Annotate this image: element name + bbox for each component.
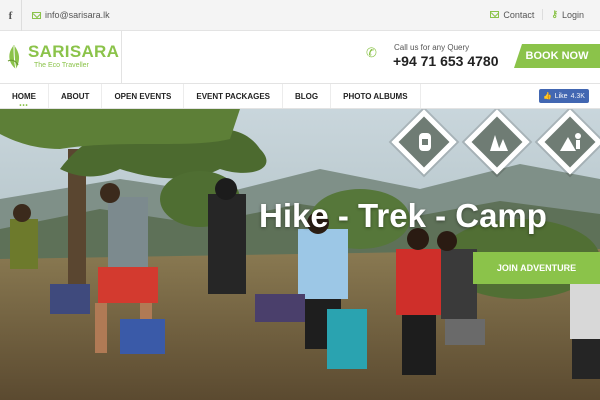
main-nav: HOME ABOUT OPEN EVENTS EVENT PACKAGES BL… — [0, 83, 600, 109]
camping-icon — [560, 133, 581, 151]
hero-banner: Hike - Trek - Camp JOIN ADVENTURE — [0, 109, 600, 400]
logo-name: SARISARA — [28, 42, 120, 61]
trees-icon — [490, 135, 508, 151]
nav-item-photo-albums[interactable]: PHOTO ALBUMS — [331, 84, 421, 108]
call-label: Call us for any Query — [394, 43, 470, 52]
phone-icon: ✆ — [366, 45, 377, 60]
top-links: Contact ⚷ Login — [482, 9, 592, 20]
book-now-button[interactable]: BOOK NOW — [514, 44, 600, 68]
logo[interactable]: SARISARA The Eco Traveller — [0, 31, 122, 83]
nav-item-open-events[interactable]: OPEN EVENTS — [102, 84, 185, 108]
envelope-icon — [490, 11, 500, 18]
login-label: Login — [561, 9, 584, 20]
nav-item-about[interactable]: ABOUT — [49, 84, 103, 108]
backpack-icon — [419, 133, 431, 151]
like-count: 4.3K — [570, 92, 585, 100]
nav-item-event-packages[interactable]: EVENT PACKAGES — [184, 84, 283, 108]
login-link[interactable]: ⚷ Login — [542, 9, 592, 20]
logo-tagline: The Eco Traveller — [34, 62, 89, 69]
email-link[interactable]: info@sarisara.lk — [32, 10, 110, 20]
facebook-like-button[interactable]: 👍 Like 4.3K — [539, 89, 589, 103]
thumbs-up-icon: 👍 — [543, 93, 552, 100]
nav-item-blog[interactable]: BLOG — [283, 84, 332, 108]
key-icon: ⚷ — [551, 9, 558, 19]
hero-headline: Hike - Trek - Camp — [259, 197, 547, 234]
top-bar: f info@sarisara.lk Contact ⚷ Login — [0, 0, 600, 31]
site-header: SARISARA The Eco Traveller ✆ Call us for… — [0, 31, 600, 83]
nav-item-home[interactable]: HOME — [0, 84, 49, 109]
contact-label: Contact — [503, 9, 535, 20]
phone-number[interactable]: +94 71 653 4780 — [393, 53, 499, 69]
email-text: info@sarisara.lk — [45, 10, 110, 20]
like-label: Like — [554, 92, 568, 100]
facebook-icon[interactable]: f — [0, 0, 22, 31]
contact-link[interactable]: Contact — [482, 9, 542, 20]
leaf-logo-icon — [7, 45, 20, 70]
join-adventure-button[interactable]: JOIN ADVENTURE — [473, 252, 600, 284]
envelope-icon — [32, 11, 41, 19]
